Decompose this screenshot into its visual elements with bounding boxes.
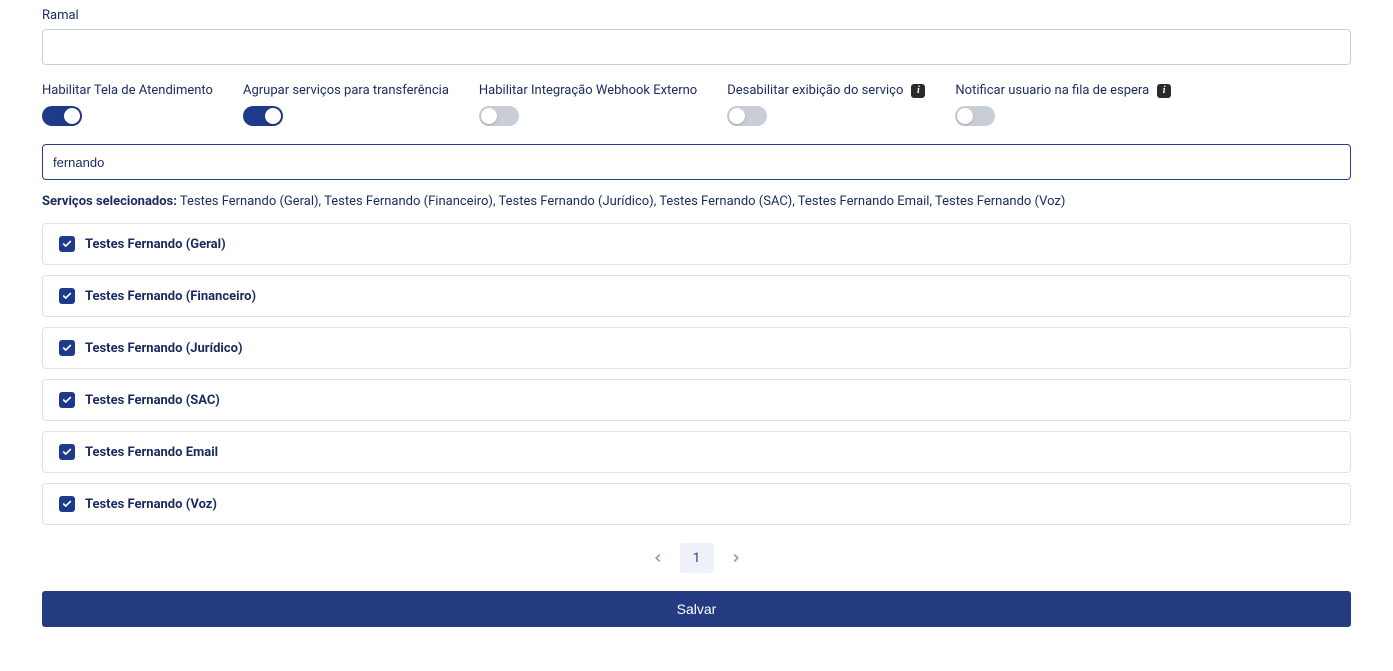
info-icon[interactable]: i [1157,84,1171,98]
toggle-group: Agrupar serviços para transferência [243,83,449,126]
service-checkbox[interactable] [59,496,75,512]
toggle-label: Agrupar serviços para transferência [243,83,449,98]
chevron-left-icon [651,551,665,565]
service-checkbox[interactable] [59,444,75,460]
service-search-input[interactable] [42,144,1351,180]
service-name: Testes Fernando (SAC) [85,393,220,408]
service-item[interactable]: Testes Fernando (Voz) [42,483,1351,525]
service-name: Testes Fernando (Financeiro) [85,289,256,304]
check-icon [62,343,72,353]
service-checkbox[interactable] [59,236,75,252]
service-checkbox[interactable] [59,288,75,304]
toggle-knob [957,108,973,124]
toggle-group: Habilitar Tela de Atendimento [42,83,213,126]
toggle-label: Notificar usuario na fila de espera [955,83,1149,98]
toggle-knob [265,108,281,124]
ramal-input[interactable] [42,29,1351,65]
service-list: Testes Fernando (Geral) Testes Fernando (… [42,223,1351,525]
toggle-switch[interactable] [243,106,283,126]
service-name: Testes Fernando (Jurídico) [85,341,243,356]
service-checkbox[interactable] [59,340,75,356]
toggle-label-row: Desabilitar exibição do serviço i [727,83,925,98]
check-icon [62,447,72,457]
toggle-knob [729,108,745,124]
toggle-label: Habilitar Tela de Atendimento [42,83,213,98]
service-item[interactable]: Testes Fernando Email [42,431,1351,473]
check-icon [62,499,72,509]
pagination: 1 [42,543,1351,573]
toggle-label-row: Habilitar Integração Webhook Externo [479,83,697,98]
check-icon [62,395,72,405]
toggle-label-row: Notificar usuario na fila de espera i [955,83,1171,98]
toggle-switch[interactable] [42,106,82,126]
selected-services-label: Serviços selecionados: [42,194,177,209]
pagination-page-current[interactable]: 1 [680,543,714,573]
pagination-prev-button[interactable] [646,546,670,570]
selected-services-value: Testes Fernando (Geral), Testes Fernando… [180,194,1066,209]
ramal-label: Ramal [42,8,1351,23]
service-item[interactable]: Testes Fernando (Financeiro) [42,275,1351,317]
service-item[interactable]: Testes Fernando (Geral) [42,223,1351,265]
service-name: Testes Fernando Email [85,445,218,460]
toggle-knob [64,108,80,124]
toggle-label-row: Habilitar Tela de Atendimento [42,83,213,98]
toggle-switch[interactable] [955,106,995,126]
chevron-right-icon [729,551,743,565]
service-checkbox[interactable] [59,392,75,408]
service-name: Testes Fernando (Voz) [85,497,217,512]
toggle-label-row: Agrupar serviços para transferência [243,83,449,98]
info-icon[interactable]: i [911,84,925,98]
toggle-group: Notificar usuario na fila de espera i [955,83,1171,126]
service-item[interactable]: Testes Fernando (SAC) [42,379,1351,421]
save-button[interactable]: Salvar [42,591,1351,627]
toggle-group: Habilitar Integração Webhook Externo [479,83,697,126]
toggle-label: Desabilitar exibição do serviço [727,83,903,98]
check-icon [62,239,72,249]
toggle-label: Habilitar Integração Webhook Externo [479,83,697,98]
toggle-group: Desabilitar exibição do serviço i [727,83,925,126]
check-icon [62,291,72,301]
toggle-knob [481,108,497,124]
service-item[interactable]: Testes Fernando (Jurídico) [42,327,1351,369]
service-name: Testes Fernando (Geral) [85,237,226,252]
toggles-row: Habilitar Tela de Atendimento Agrupar ser… [42,83,1351,126]
toggle-switch[interactable] [479,106,519,126]
toggle-switch[interactable] [727,106,767,126]
selected-services-summary: Serviços selecionados: Testes Fernando (… [42,194,1351,209]
pagination-next-button[interactable] [724,546,748,570]
form-page: Ramal Habilitar Tela de Atendimento Agrup… [0,0,1393,647]
